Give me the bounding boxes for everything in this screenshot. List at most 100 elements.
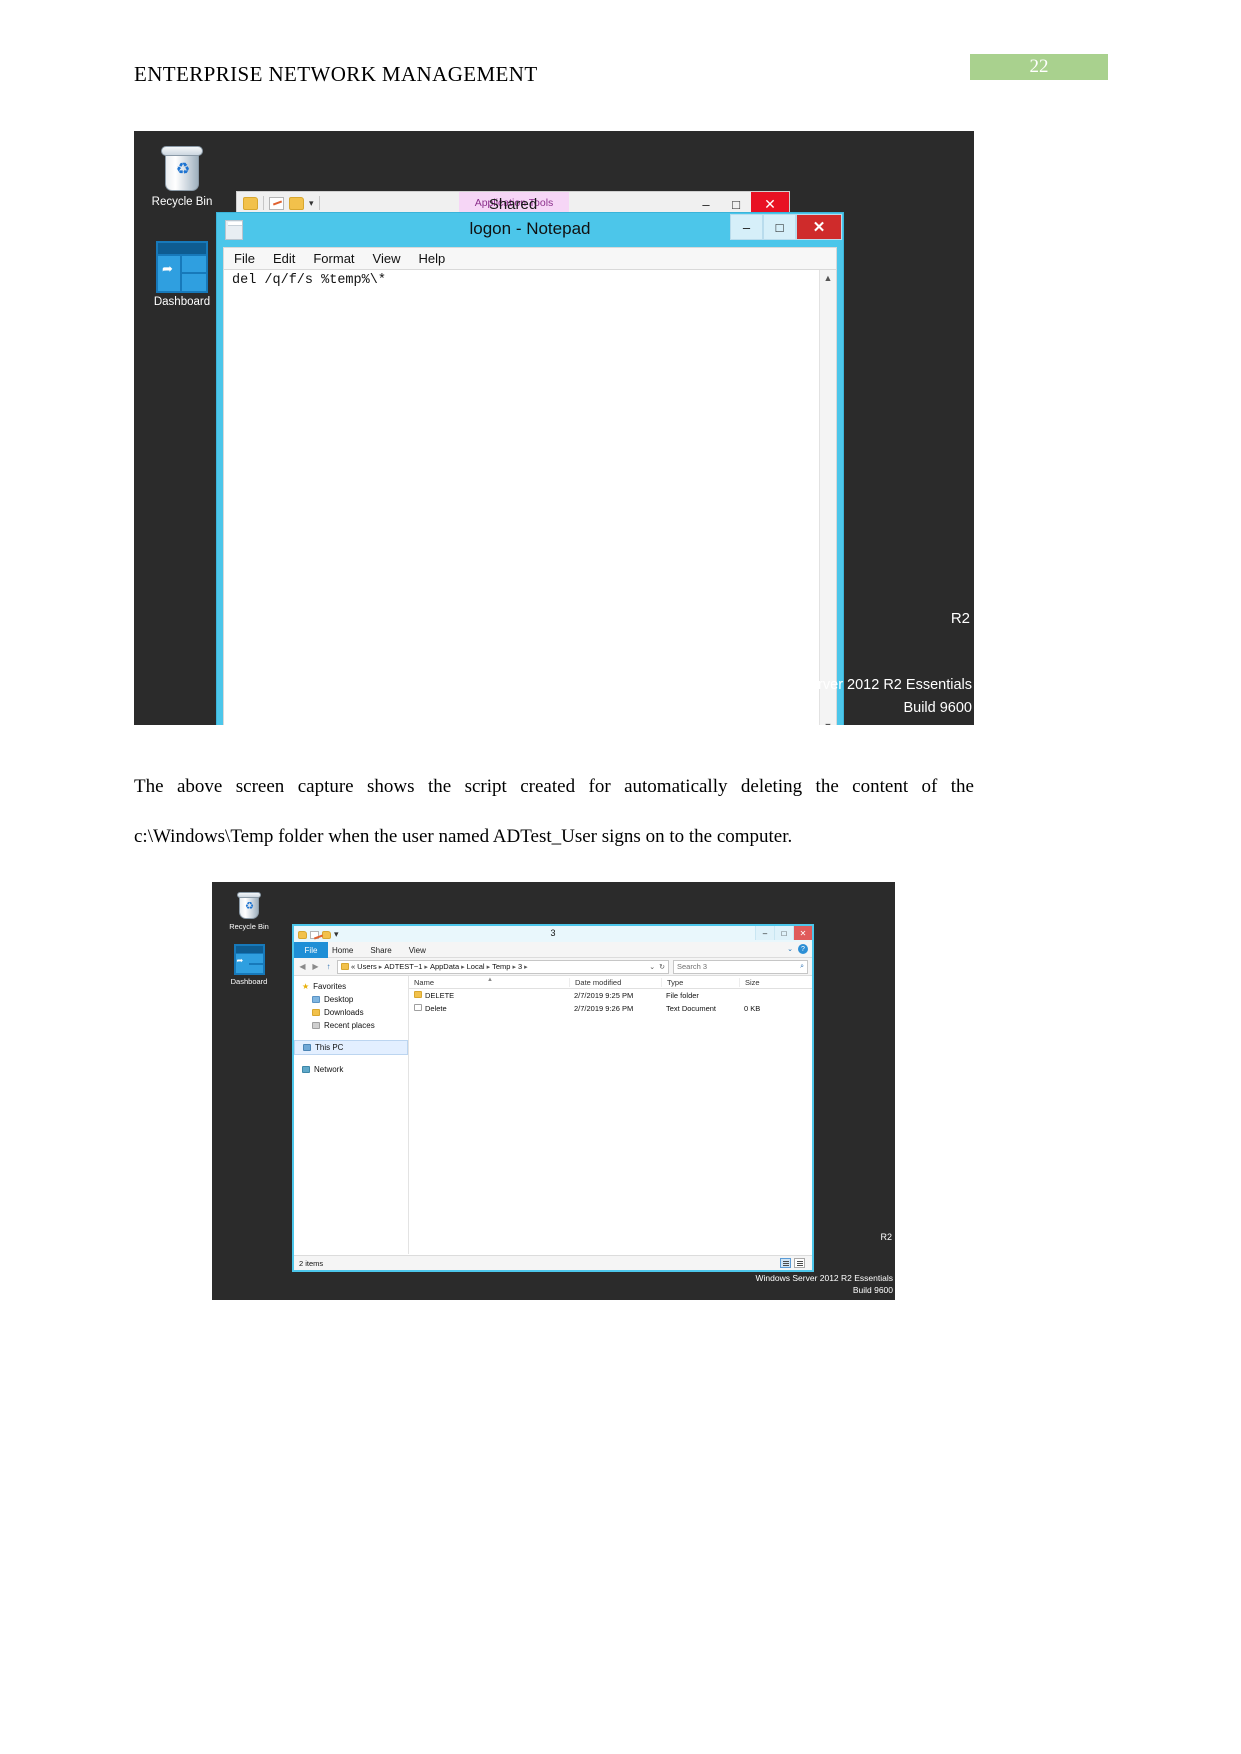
ribbon-tab-bar[interactable]: File Home Share View ⌄ ?	[294, 942, 812, 958]
desktop-icon-recycle-bin[interactable]: ♻ Recycle Bin	[142, 143, 222, 209]
document-header: ENTERPRISE NETWORK MANAGEMENT 22	[0, 0, 1241, 110]
computer-icon	[303, 1044, 311, 1051]
explorer-status-bar: 2 items	[294, 1255, 812, 1270]
file-name: Delete	[425, 1004, 447, 1013]
nav-item-network[interactable]: Network	[294, 1063, 408, 1076]
page-title: ENTERPRISE NETWORK MANAGEMENT	[134, 62, 538, 86]
large-icons-view-button[interactable]	[794, 1258, 805, 1268]
text-file-icon	[414, 1004, 422, 1011]
column-header-size[interactable]: Size	[739, 977, 797, 987]
column-header-type[interactable]: Type	[661, 977, 739, 987]
notepad-title-bar: logon - Notepad – □ ✕	[217, 213, 843, 247]
watermark-build: Build 9600	[852, 1285, 893, 1296]
file-list[interactable]: Name ▲ Date modified Type Size DELETE 2/…	[409, 976, 812, 1254]
nav-item-label: Desktop	[324, 995, 354, 1004]
breadcrumb-prefix: «	[351, 962, 356, 971]
minimize-button[interactable]: –	[730, 214, 763, 240]
file-list-header[interactable]: Name ▲ Date modified Type Size	[409, 976, 812, 989]
breadcrumb-separator: ▸	[512, 963, 516, 971]
tab-home[interactable]: Home	[332, 946, 353, 955]
breadcrumb-tail-controls[interactable]: ⌄ ↻	[649, 963, 665, 971]
breadcrumb-separator: ▸	[486, 963, 491, 971]
desktop-icon-label: Dashboard	[230, 977, 268, 986]
tab-file[interactable]: File	[294, 942, 328, 958]
maximize-button[interactable]: □	[763, 214, 796, 240]
ribbon-tabs[interactable]: Home Share View	[332, 942, 426, 958]
cell-type: File folder	[666, 991, 699, 1000]
breadcrumb-separator: ▸	[461, 963, 465, 971]
breadcrumb-separator: ▸	[524, 963, 528, 971]
back-icon[interactable]: ◀	[298, 962, 307, 971]
breadcrumb-item-users[interactable]: Users	[357, 962, 377, 971]
breadcrumb-item-local[interactable]: Local	[467, 962, 485, 971]
page-number-badge: 22	[970, 54, 1108, 80]
breadcrumb-item-temp[interactable]: Temp	[492, 962, 510, 971]
scroll-up-icon[interactable]: ▲	[820, 270, 836, 286]
cell-name[interactable]: Delete	[409, 1004, 569, 1013]
desktop-watermark-r2: R2	[950, 610, 970, 627]
nav-item-desktop[interactable]: Desktop	[294, 993, 408, 1006]
column-header-date-modified[interactable]: Date modified	[569, 977, 661, 987]
close-button[interactable]: ✕	[796, 214, 842, 240]
explorer-window-temp[interactable]: ▾ 3 – □ ✕ File Home Share View ⌄ ? ◀ ▶ ↑…	[292, 924, 814, 1272]
breadcrumb-item-appdata[interactable]: AppData	[430, 962, 459, 971]
desktop-watermark: Windows Server 2012 R2 Essentials Build …	[756, 1272, 893, 1298]
menu-item-edit[interactable]: Edit	[273, 251, 295, 266]
figure-screenshot-notepad: ♻ Recycle Bin ➦ Dashboard ▾ Application …	[134, 131, 974, 725]
dashboard-icon: ➦	[233, 944, 265, 975]
chevron-down-icon[interactable]: ⌄	[649, 963, 655, 971]
up-icon[interactable]: ↑	[324, 962, 333, 971]
table-row[interactable]: DELETE 2/7/2019 9:25 PM File folder	[409, 989, 812, 1002]
menu-item-file[interactable]: File	[234, 251, 255, 266]
tab-share[interactable]: Share	[370, 946, 391, 955]
body-paragraph: The above screen capture shows the scrip…	[134, 776, 974, 848]
network-icon	[302, 1066, 310, 1073]
help-icon[interactable]: ?	[798, 944, 808, 954]
sort-ascending-icon: ▲	[487, 976, 493, 983]
search-input[interactable]: Search 3 ⌕	[673, 959, 808, 974]
desktop-icon-label: Recycle Bin	[151, 196, 213, 208]
nav-item-this-pc[interactable]: This PC	[294, 1040, 408, 1055]
refresh-icon[interactable]: ↻	[659, 963, 665, 971]
ribbon-right-controls[interactable]: ⌄ ?	[787, 944, 808, 954]
tab-view[interactable]: View	[409, 946, 426, 955]
close-button[interactable]: ✕	[793, 926, 812, 940]
cell-name[interactable]: DELETE	[409, 991, 569, 1000]
notepad-menu-bar[interactable]: File Edit Format View Help	[223, 247, 837, 269]
forward-icon[interactable]: ▶	[311, 962, 320, 971]
notepad-window[interactable]: logon - Notepad – □ ✕ File Edit Format V…	[216, 212, 844, 725]
menu-item-format[interactable]: Format	[313, 251, 354, 266]
details-view-button[interactable]	[780, 1258, 791, 1268]
breadcrumb[interactable]: « Users ▸ ADTEST~1 ▸ AppData ▸ Local ▸ T…	[337, 959, 669, 974]
desktop-icon-dashboard[interactable]: ➦ Dashboard	[218, 944, 280, 987]
cell-date-modified: 2/7/2019 9:25 PM	[574, 991, 634, 1000]
file-name: DELETE	[425, 991, 455, 1000]
chevron-down-icon[interactable]: ⌄	[787, 945, 793, 953]
scroll-down-icon[interactable]: ▼	[820, 718, 836, 725]
nav-item-recent-places[interactable]: Recent places	[294, 1019, 408, 1032]
window-controls[interactable]: – □ ✕	[755, 926, 812, 940]
recycle-bin-icon: ♻	[158, 143, 206, 193]
maximize-button[interactable]: □	[774, 926, 793, 940]
breadcrumb-item-adtest[interactable]: ADTEST~1	[384, 962, 422, 971]
status-item-count: 2 items	[299, 1258, 324, 1268]
table-row[interactable]: Delete 2/7/2019 9:26 PM Text Document 0 …	[409, 1002, 812, 1015]
navigation-pane[interactable]: ★ Favorites Desktop Downloads Recent pla…	[294, 976, 409, 1254]
notepad-window-controls[interactable]: – □ ✕	[730, 214, 842, 240]
nav-item-favorites[interactable]: ★ Favorites	[294, 980, 408, 993]
menu-item-help[interactable]: Help	[418, 251, 445, 266]
vertical-scrollbar[interactable]: ▲ ▼	[819, 270, 836, 725]
view-mode-buttons[interactable]	[780, 1258, 807, 1268]
minimize-button[interactable]: –	[755, 926, 774, 940]
folder-icon	[414, 991, 422, 998]
column-header-name[interactable]: Name ▲	[409, 976, 569, 987]
desktop-icon-recycle-bin[interactable]: ♻ Recycle Bin	[218, 890, 280, 932]
notepad-text-area[interactable]: del /q/f/s %temp%\* ▲ ▼	[223, 269, 837, 725]
dashboard-icon: ➦	[156, 241, 208, 293]
address-bar[interactable]: ◀ ▶ ↑ « Users ▸ ADTEST~1 ▸ AppData ▸ Loc…	[294, 958, 812, 976]
desktop-icon-dashboard[interactable]: ➦ Dashboard	[142, 241, 222, 309]
menu-item-view[interactable]: View	[373, 251, 401, 266]
desktop-icon-label: Recycle Bin	[229, 922, 269, 931]
nav-item-downloads[interactable]: Downloads	[294, 1006, 408, 1019]
breadcrumb-item-3[interactable]: 3	[518, 962, 522, 971]
